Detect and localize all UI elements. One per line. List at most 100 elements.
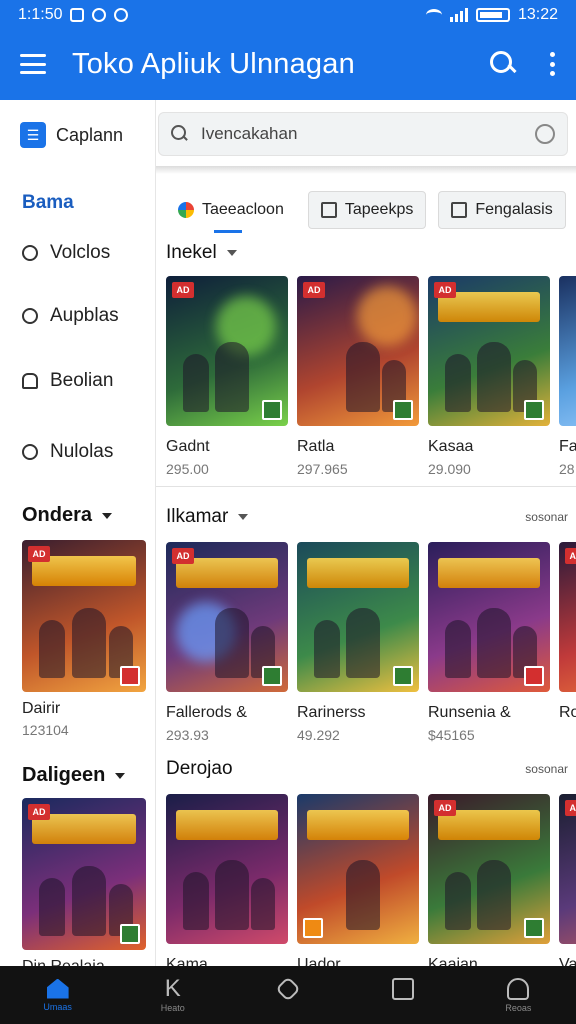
- search-input[interactable]: [201, 124, 521, 144]
- nav-system-home[interactable]: [248, 966, 328, 1024]
- lens-icon[interactable]: [535, 124, 555, 144]
- app-price: 297.965: [297, 461, 348, 477]
- rating-icon: [120, 924, 140, 944]
- sidebar-item-1[interactable]: Volclos: [22, 242, 110, 264]
- app-name: Kasaa: [428, 438, 474, 455]
- app-price: 123104: [22, 722, 69, 738]
- chip-0[interactable]: Taeeacloon: [166, 191, 296, 233]
- app-name: Rarinerss: [297, 704, 366, 721]
- chevron-down-icon: [115, 772, 126, 779]
- nav-label: Umaas: [43, 1001, 72, 1012]
- app-card[interactable]: Kama: [166, 794, 288, 966]
- app-name: Va: [559, 956, 576, 966]
- row-title-text: Inekel: [166, 242, 217, 263]
- ad-badge: AD: [172, 548, 194, 564]
- chip-1[interactable]: Tapeekps: [307, 191, 427, 229]
- row-title[interactable]: Derojao: [166, 758, 233, 780]
- sidebar-item-label: Volclos: [50, 242, 111, 263]
- search-bar[interactable]: [158, 112, 568, 156]
- search-icon[interactable]: [488, 49, 518, 79]
- chevron-down-icon: [226, 250, 237, 256]
- chevron-down-icon: [102, 512, 113, 519]
- app-cover-art: [559, 276, 576, 426]
- app-bar: Toko Apliuk Ulnnagan: [0, 34, 576, 94]
- sidebar-group-title[interactable]: Daligeen: [22, 764, 126, 787]
- row-more-link[interactable]: sosonar: [525, 510, 568, 524]
- ad-badge: AD: [28, 546, 50, 562]
- row-title-text: Ilkamar: [166, 506, 229, 527]
- sidebar-app-card[interactable]: AD Dairir 123104: [22, 540, 146, 738]
- status-bar: 1:1:50 13:22: [0, 0, 576, 30]
- app-card[interactable]: AD Kasaa 29.090: [428, 276, 550, 477]
- sidebar-item-label: Aupblas: [50, 305, 119, 326]
- main-content: Taeeacloon Tapeekps Fengalasis Inekel AD…: [156, 100, 576, 966]
- app-cover-art: AD: [428, 794, 550, 944]
- nav-account[interactable]: Reoas: [478, 966, 558, 1024]
- app-cover-art: AD: [166, 542, 288, 692]
- row-title[interactable]: Inekel: [166, 242, 237, 264]
- sidebar-app-card[interactable]: AD Din Realaia: [22, 798, 146, 976]
- status-time-left: 1:1:50: [18, 6, 63, 23]
- app-cover-art: AD: [166, 276, 288, 426]
- app-cover-art: [297, 794, 419, 944]
- app-name: Fa: [559, 438, 576, 455]
- nav-k[interactable]: K Heato: [133, 966, 213, 1024]
- ad-badge: AD: [565, 548, 576, 564]
- row-title-text: Derojao: [166, 758, 233, 779]
- ad-badge: AD: [28, 804, 50, 820]
- nav-recents[interactable]: [363, 966, 443, 1024]
- app-card[interactable]: Fa 28: [559, 276, 576, 477]
- app-title: Toko Apliuk Ulnnagan: [72, 47, 355, 80]
- sidebar-item-3[interactable]: Beolian: [22, 370, 113, 392]
- ad-badge: AD: [172, 282, 194, 298]
- google-play-icon: [178, 202, 194, 218]
- list-icon: ☰: [20, 122, 46, 148]
- app-name: Uador: [297, 956, 341, 966]
- app-name: Ratla: [297, 438, 335, 455]
- nav-label: Reoas: [505, 1002, 532, 1013]
- app-card[interactable]: AD Fallerods & 293.93: [166, 542, 288, 743]
- sidebar-item-2[interactable]: Aupblas: [22, 305, 119, 327]
- sidebar-item-4[interactable]: Nulolas: [22, 441, 113, 463]
- app-name: Kama: [166, 956, 208, 966]
- app-card[interactable]: Rarinerss 49.292: [297, 542, 419, 743]
- row-title[interactable]: Ilkamar: [166, 506, 249, 528]
- app-card[interactable]: AD Va: [559, 794, 576, 966]
- apps-icon: [22, 308, 38, 324]
- nav-home[interactable]: Umaas: [18, 966, 98, 1024]
- play-store-screen: 1:1:50 13:22 Toko Apliuk Ulnnagan ☰ Capl…: [0, 0, 576, 1024]
- app-card[interactable]: AD Ro: [559, 542, 576, 722]
- menu-icon[interactable]: [20, 54, 46, 74]
- sidebar-item-label: Beolian: [50, 370, 114, 391]
- app-cover-art: AD: [559, 794, 576, 944]
- home-outline-icon: [275, 975, 301, 1002]
- sidebar-top-item[interactable]: ☰ Caplann: [20, 122, 123, 148]
- chip-2[interactable]: Fengalasis: [438, 191, 566, 229]
- app-card[interactable]: Uador: [297, 794, 419, 966]
- book-icon: [320, 202, 337, 218]
- app-cover-art: [297, 542, 419, 692]
- group-title-text: Ondera: [22, 504, 93, 526]
- app-card[interactable]: AD Ratla 297.965: [297, 276, 419, 477]
- rating-icon: [524, 400, 544, 420]
- group-title-text: Daligeen: [22, 764, 106, 786]
- app-card[interactable]: Runsenia & $45165: [428, 542, 550, 743]
- search-icon: [171, 125, 189, 143]
- app-card[interactable]: AD Kaaian: [428, 794, 550, 966]
- app-card[interactable]: AD Gadnt 295.00: [166, 276, 288, 477]
- app-name: Kaaian: [428, 956, 478, 966]
- row-more-link[interactable]: sosonar: [525, 762, 568, 776]
- app-name: Ro: [559, 704, 576, 721]
- rating-icon: [524, 918, 544, 938]
- rating-icon: [303, 918, 323, 938]
- app-name: Fallerods &: [166, 704, 247, 721]
- home-icon: [46, 978, 69, 999]
- app-cover-art: [166, 794, 288, 944]
- account-icon: [507, 977, 530, 1000]
- status-time-right: 13:22: [517, 6, 558, 23]
- ad-badge: AD: [303, 282, 325, 298]
- k-icon: K: [164, 974, 181, 1002]
- sidebar-group-title[interactable]: Ondera: [22, 504, 113, 527]
- bell-icon: [22, 373, 38, 389]
- more-options-icon[interactable]: [548, 52, 556, 76]
